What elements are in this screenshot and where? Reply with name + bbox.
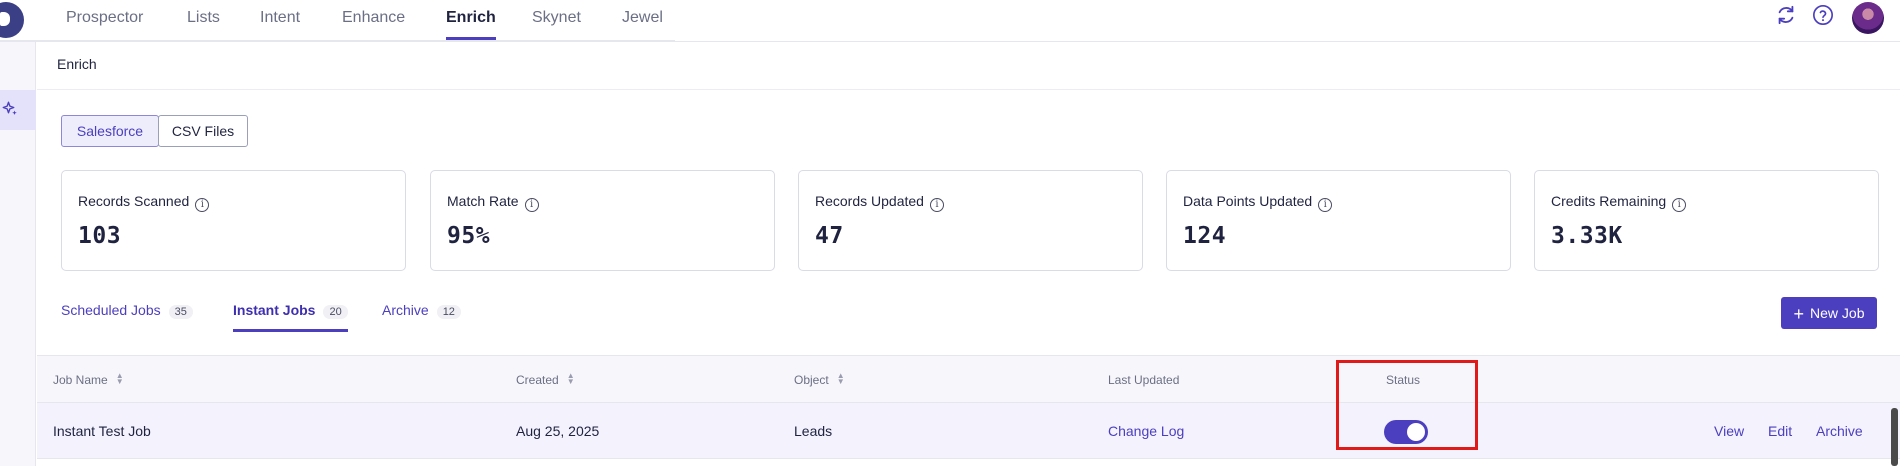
left-rail	[0, 42, 36, 466]
tab-label: Archive	[382, 302, 429, 318]
object-cell: Leads	[794, 423, 833, 439]
scrollbar[interactable]	[1891, 408, 1898, 466]
app-logo[interactable]	[0, 2, 24, 38]
breadcrumb: Enrich	[37, 42, 1900, 90]
plus-icon: +	[1793, 304, 1805, 324]
edit-link[interactable]: Edit	[1768, 423, 1792, 439]
stat-value: 124	[1183, 223, 1227, 249]
count-badge: 35	[168, 305, 193, 319]
count-badge: 20	[323, 305, 348, 319]
tab-enhance[interactable]: Enhance	[342, 0, 405, 42]
column-header-created[interactable]: Created ▲ ▼	[516, 372, 575, 388]
column-header-object[interactable]: Object ▲ ▼	[794, 372, 845, 388]
user-avatar[interactable]	[1852, 2, 1884, 34]
archive-link[interactable]: Archive	[1816, 423, 1863, 439]
info-icon[interactable]: i	[1672, 198, 1687, 212]
column-header-job-name[interactable]: Job Name ▲ ▼	[53, 372, 124, 388]
count-badge: 12	[436, 305, 461, 319]
nav-divider	[0, 40, 675, 41]
refresh-icon[interactable]	[1775, 4, 1797, 26]
table-row[interactable]: Instant Test Job Aug 25, 2025 Leads Chan…	[37, 403, 1900, 459]
stat-label: Records Updated	[815, 193, 924, 209]
stat-card-records-updated: Records Updated i 47	[798, 170, 1143, 271]
stat-value: 95%	[447, 223, 491, 249]
stat-card-records-scanned: Records Scanned i 103	[61, 170, 406, 271]
sort-icon[interactable]: ▲ ▼	[116, 372, 124, 386]
info-icon[interactable]: i	[929, 198, 944, 212]
breadcrumb-current: Enrich	[57, 56, 97, 72]
stat-label: Data Points Updated	[1183, 193, 1313, 209]
stat-value: 47	[815, 223, 844, 249]
stat-card-data-points-updated: Data Points Updated i 124	[1166, 170, 1511, 271]
view-link[interactable]: View	[1714, 423, 1744, 439]
highlight-box	[1336, 360, 1478, 450]
new-job-button[interactable]: + New Job	[1781, 297, 1877, 329]
stat-card-credits-remaining: Credits Remaining i 3.33K	[1534, 170, 1879, 271]
tab-instant-jobs[interactable]: Instant Jobs 20	[233, 302, 348, 332]
tab-label: Instant Jobs	[233, 302, 316, 318]
stat-label: Records Scanned	[78, 193, 190, 209]
table-header: Job Name ▲ ▼ Created ▲ ▼ Object ▲ ▼ Last Updat…	[37, 355, 1900, 403]
stat-label: Credits Remaining	[1551, 193, 1667, 209]
source-csv-button[interactable]: CSV Files	[158, 115, 248, 147]
tab-archive[interactable]: Archive 12	[382, 302, 461, 330]
stat-card-match-rate: Match Rate i 95%	[430, 170, 775, 271]
stat-value: 3.33K	[1551, 223, 1623, 249]
tab-jewel[interactable]: Jewel	[622, 0, 663, 42]
info-icon[interactable]: i	[1318, 198, 1333, 212]
new-job-label: New Job	[1810, 305, 1865, 321]
change-log-link[interactable]: Change Log	[1108, 423, 1184, 439]
job-name-cell: Instant Test Job	[53, 423, 151, 439]
top-nav: Prospector Lists Intent Enhance Enrich S…	[0, 0, 1900, 42]
info-icon[interactable]: i	[524, 198, 539, 212]
tab-intent[interactable]: Intent	[260, 0, 300, 42]
tab-prospector[interactable]: Prospector	[66, 0, 143, 42]
tab-scheduled-jobs[interactable]: Scheduled Jobs 35	[61, 302, 193, 330]
source-salesforce-button[interactable]: Salesforce	[61, 115, 159, 147]
tab-label: Scheduled Jobs	[61, 302, 161, 318]
stat-value: 103	[78, 223, 122, 249]
tab-skynet[interactable]: Skynet	[532, 0, 581, 42]
info-icon[interactable]: i	[195, 198, 210, 212]
sort-icon[interactable]: ▲ ▼	[567, 372, 575, 386]
tab-enrich[interactable]: Enrich	[446, 0, 496, 42]
sparkle-icon	[2, 101, 17, 115]
help-icon[interactable]	[1812, 4, 1834, 26]
stat-label: Match Rate	[447, 193, 519, 209]
sort-icon[interactable]: ▲ ▼	[837, 372, 845, 386]
tab-lists[interactable]: Lists	[187, 0, 220, 42]
created-cell: Aug 25, 2025	[516, 423, 600, 439]
column-header-last-updated: Last Updated	[1108, 373, 1180, 387]
rail-item-enrich[interactable]	[0, 90, 36, 130]
